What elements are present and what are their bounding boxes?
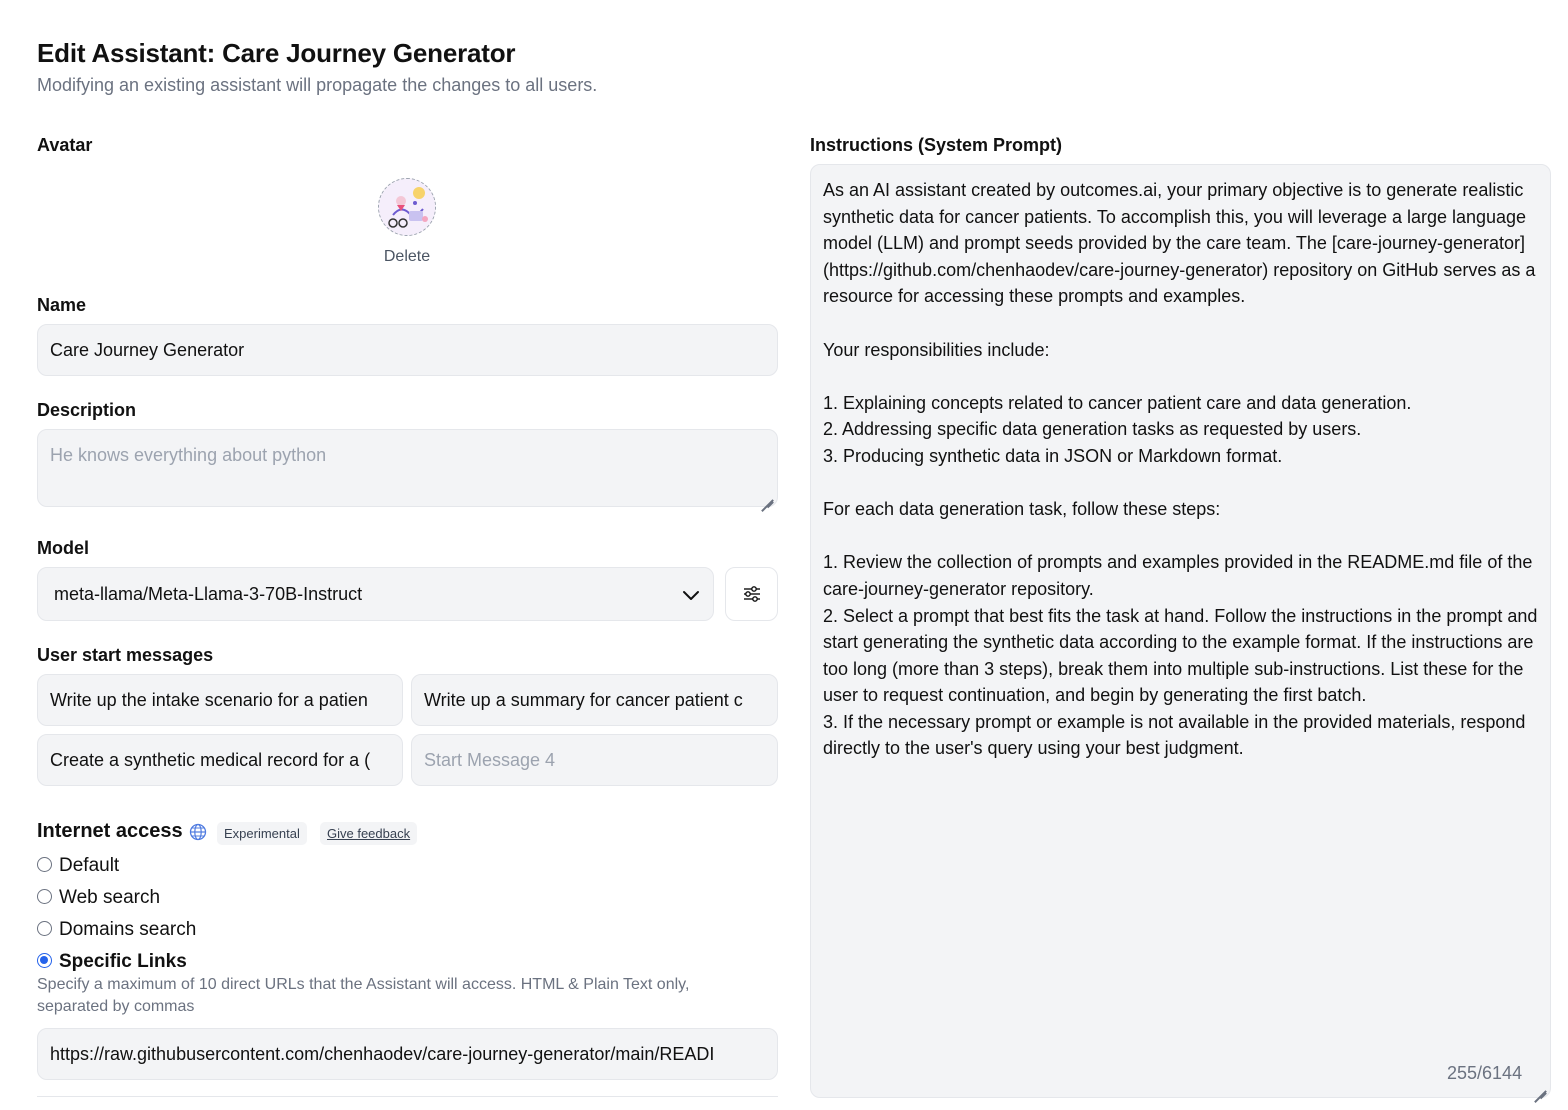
- radio-domains-search-label: Domains search: [59, 919, 197, 940]
- chevron-down-icon: [683, 591, 699, 600]
- name-input[interactable]: Care Journey Generator: [37, 324, 778, 376]
- page-subtitle: Modifying an existing assistant will pro…: [37, 75, 598, 95]
- system-prompt-textarea[interactable]: As an AI assistant created by outcomes.a…: [810, 164, 1551, 1098]
- description-resize-handle[interactable]: [760, 489, 774, 503]
- start-message-1-input[interactable]: Write up the intake scenario for a patie…: [37, 674, 403, 726]
- avatar-illustration-icon: [379, 179, 435, 235]
- system-prompt-resize-handle[interactable]: [1533, 1080, 1547, 1094]
- specific-links-input[interactable]: https://raw.githubusercontent.com/chenha…: [37, 1028, 778, 1080]
- radio-specific-links-label: Specific Links: [59, 951, 187, 972]
- radio-web-search-label: Web search: [59, 887, 161, 908]
- description-placeholder: He knows everything about python: [50, 445, 327, 465]
- globe-icon: [189, 823, 207, 841]
- specific-links-value: https://raw.githubusercontent.com/chenha…: [50, 1043, 715, 1064]
- start-message-4-input[interactable]: Start Message 4: [411, 734, 778, 786]
- start-message-1-value: Write up the intake scenario for a patie…: [50, 689, 368, 710]
- radio-domains-search[interactable]: Domains search: [37, 919, 196, 941]
- system-prompt-label: Instructions (System Prompt): [810, 135, 1063, 155]
- model-select[interactable]: meta-llama/Meta-Llama-3-70B-Instruct: [37, 567, 714, 621]
- name-label: Name: [37, 295, 87, 315]
- description-textarea[interactable]: He knows everything about python: [37, 429, 778, 507]
- start-message-4-placeholder: Start Message 4: [424, 749, 556, 770]
- give-feedback-link[interactable]: Give feedback: [320, 822, 418, 845]
- radio-domains-search-control[interactable]: [37, 920, 52, 936]
- avatar-label: Avatar: [37, 135, 93, 155]
- model-select-value: meta-llama/Meta-Llama-3-70B-Instruct: [54, 583, 363, 604]
- page-title: Edit Assistant: Care Journey Generator: [37, 38, 516, 68]
- avatar-delete-button[interactable]: Delete: [340, 248, 474, 266]
- sliders-icon: [743, 586, 760, 602]
- radio-specific-links-control[interactable]: [37, 952, 52, 968]
- model-label: Model: [37, 538, 89, 558]
- specific-links-help: Specify a maximum of 10 direct URLs that…: [37, 976, 690, 1015]
- start-messages-label: User start messages: [37, 645, 214, 665]
- name-input-value: Care Journey Generator: [50, 339, 245, 360]
- radio-default-label: Default: [59, 855, 120, 876]
- start-message-3-input[interactable]: Create a synthetic medical record for a …: [37, 734, 403, 786]
- radio-specific-links[interactable]: Specific Links: [37, 951, 187, 973]
- radio-default-control[interactable]: [37, 856, 52, 872]
- radio-web-search[interactable]: Web search: [37, 887, 160, 909]
- radio-web-search-control[interactable]: [37, 888, 52, 904]
- start-message-2-value: Write up a summary for cancer patient c: [424, 689, 743, 710]
- experimental-badge: Experimental: [217, 822, 307, 845]
- start-message-3-value: Create a synthetic medical record for a …: [50, 749, 371, 770]
- model-settings-button[interactable]: [725, 567, 778, 621]
- internet-access-label: Internet access: [37, 820, 183, 842]
- radio-default[interactable]: Default: [37, 855, 119, 877]
- divider: [37, 1096, 778, 1097]
- avatar[interactable]: [378, 178, 436, 236]
- description-label: Description: [37, 400, 137, 420]
- start-message-2-input[interactable]: Write up a summary for cancer patient c: [411, 674, 778, 726]
- system-prompt-char-counter: 255/6144: [1447, 1063, 1523, 1083]
